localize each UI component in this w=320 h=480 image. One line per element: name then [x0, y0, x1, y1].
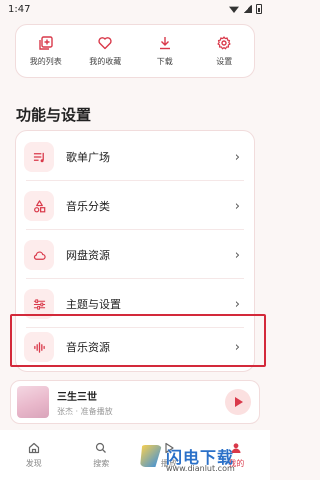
quick-label: 我的收藏: [89, 56, 122, 66]
album-cover: [17, 386, 49, 418]
divider: [26, 229, 244, 230]
mini-player[interactable]: 三生三世 张杰 · 准备播放: [10, 380, 260, 424]
watermark-url: www.dianlut.com: [166, 464, 235, 473]
quick-actions-card: 我的列表 我的收藏 下载 设置: [15, 24, 255, 78]
settings-row-music-resources[interactable]: 音乐资源 ›: [16, 323, 256, 371]
divider: [26, 278, 244, 279]
status-time: 1:47: [8, 3, 31, 15]
row-label: 主题与设置: [66, 298, 121, 311]
chevron-right-icon: ›: [234, 247, 240, 263]
settings-row-playlist-square[interactable]: 歌单广场 ›: [16, 133, 256, 181]
wifi-icon: [229, 6, 239, 13]
playlist-icon: [33, 152, 44, 162]
chevron-right-icon: ›: [234, 198, 240, 214]
quick-label: 设置: [216, 56, 233, 66]
quick-label: 下载: [156, 56, 173, 66]
shapes-icon: [33, 199, 45, 212]
cloud-icon: [33, 250, 46, 260]
waveform-icon: [33, 341, 45, 353]
chevron-right-icon: ›: [234, 296, 240, 312]
sliders-icon: [33, 298, 45, 310]
status-icons: [229, 4, 262, 14]
settings-row-music-category[interactable]: 音乐分类 ›: [16, 182, 256, 230]
song-subtitle: 张杰 · 准备播放: [57, 406, 113, 416]
quick-item-favorites[interactable]: 我的收藏: [77, 36, 133, 67]
row-label: 网盘资源: [66, 249, 110, 262]
row-icon-bg: [24, 332, 54, 362]
divider: [26, 180, 244, 181]
watermark: 闪电下载 www.dianlut.com: [140, 436, 270, 476]
status-bar: 1:47: [0, 0, 270, 18]
play-button[interactable]: [225, 389, 251, 415]
row-icon-bg: [24, 289, 54, 319]
settings-card: 歌单广场 › 音乐分类 › 网盘资源 › 主题与设置 › 音乐资源 ›: [15, 130, 255, 372]
nav-item-discover[interactable]: 发现: [9, 442, 59, 469]
signal-icon: [243, 5, 252, 13]
settings-row-theme-settings[interactable]: 主题与设置 ›: [16, 280, 256, 328]
search-icon: [96, 442, 107, 453]
settings-row-cloud-resources[interactable]: 网盘资源 ›: [16, 231, 256, 279]
download-icon: [159, 36, 170, 49]
nav-item-search[interactable]: 搜索: [76, 442, 126, 469]
quick-item-download[interactable]: 下载: [137, 36, 193, 67]
home-icon: [28, 442, 39, 453]
chevron-right-icon: ›: [234, 339, 240, 355]
nav-label: 搜索: [93, 458, 110, 468]
section-title: 功能与设置: [16, 106, 92, 124]
row-icon-bg: [24, 240, 54, 270]
battery-icon: [256, 4, 262, 14]
gear-icon: [217, 35, 231, 49]
chevron-right-icon: ›: [234, 149, 240, 165]
row-icon-bg: [24, 142, 54, 172]
song-title: 三生三世: [57, 391, 97, 403]
row-label: 音乐分类: [66, 200, 110, 213]
quick-item-settings[interactable]: 设置: [196, 35, 252, 67]
row-label: 音乐资源: [66, 341, 110, 354]
row-label: 歌单广场: [66, 151, 110, 164]
row-icon-bg: [24, 191, 54, 221]
quick-label: 我的列表: [29, 56, 62, 66]
quick-item-my-list[interactable]: 我的列表: [18, 35, 74, 67]
watermark-logo-icon: [140, 445, 162, 467]
playlist-add-icon: [39, 35, 53, 50]
song-info: 三生三世 张杰 · 准备播放: [57, 388, 225, 417]
heart-icon: [98, 36, 112, 49]
nav-label: 发现: [25, 458, 42, 468]
